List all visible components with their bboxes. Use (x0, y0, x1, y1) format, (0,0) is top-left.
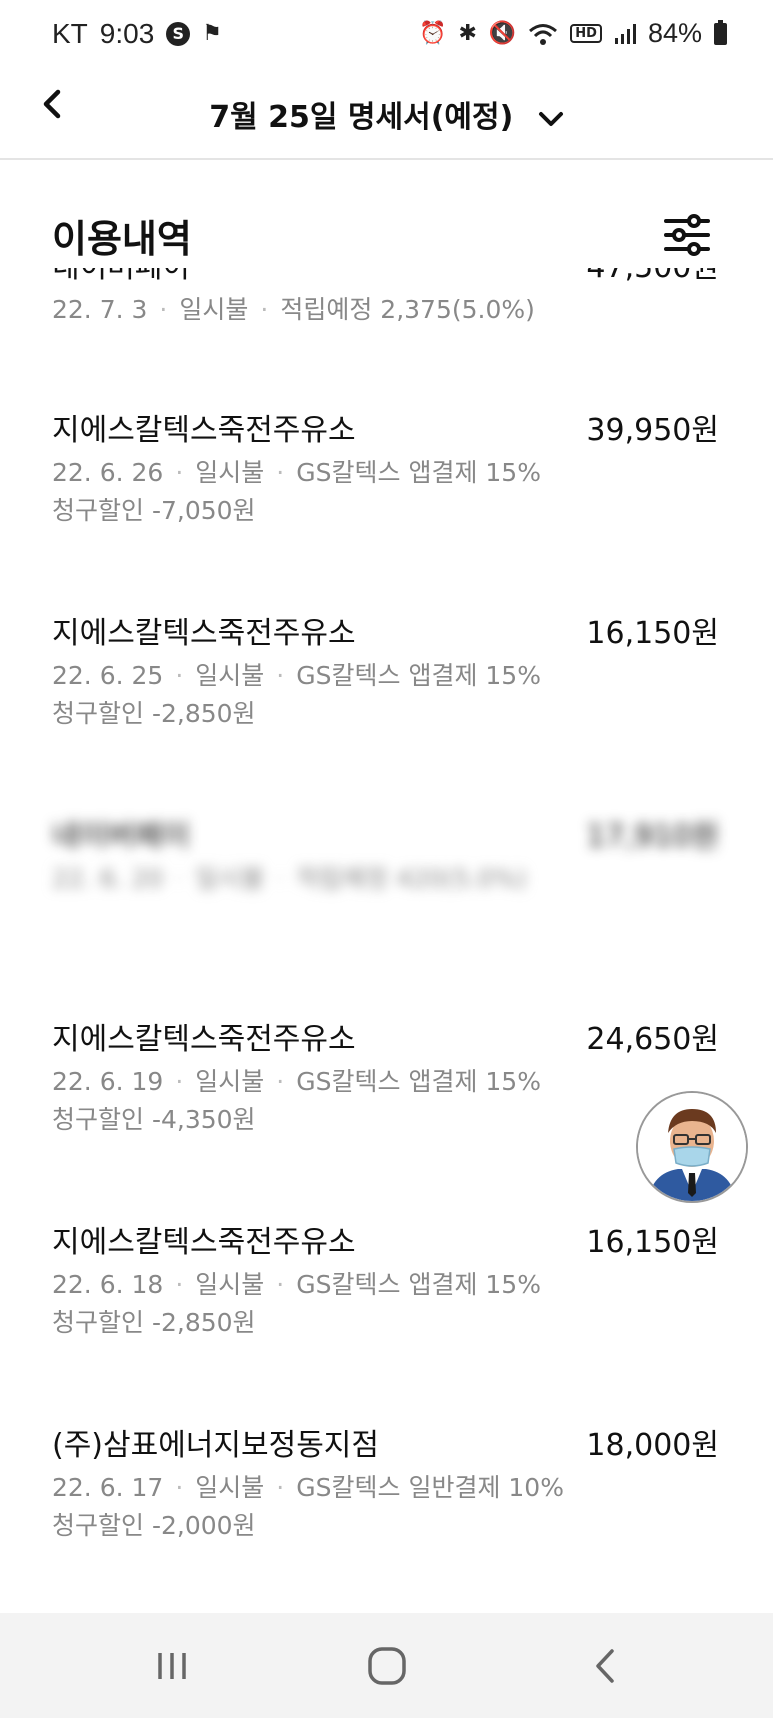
benefit-info: GS칼텍스 일반결제 10% (296, 1473, 564, 1502)
transaction-item-blurred[interactable]: 네이버페이 17,910원 22. 6. 20 · 일시불 · 적립예정 420(5.0… (0, 811, 773, 1014)
clock: 9:03 (99, 18, 155, 49)
transaction-item[interactable]: 지에스칼텍스죽전주유소 39,950원 22. 6. 26 · 일시불 · GS칼텍스 … (0, 405, 773, 608)
transaction-amount: 24,650원 (586, 1022, 719, 1057)
benefit-info: 적립예정 2,375(5.0%) (280, 295, 535, 324)
installment-type: 일시불 (195, 1473, 265, 1502)
usage-section-header: 이용내역 (0, 160, 773, 268)
transaction-amount: 16,150원 (586, 1225, 719, 1260)
transaction-date: 22. 6. 17 (52, 1473, 164, 1502)
statement-selector[interactable]: 7월 25일 명세서(예정) (0, 92, 773, 136)
merchant-name: 지에스칼텍스죽전주유소 (52, 616, 356, 651)
hd-icon: HD (570, 24, 602, 43)
system-back-button[interactable] (582, 1645, 632, 1687)
transaction-date: 22. 6. 26 (52, 458, 164, 487)
transaction-item[interactable]: 지에스칼텍스죽전주유소 16,150원 22. 6. 25 · 일시불 · GS칼텍스 … (0, 608, 773, 811)
merchant-name: (주)삼표에너지보정동지점 (52, 1428, 380, 1463)
transaction-amount: 18,000원 (586, 1428, 719, 1463)
status-left: KT 9:03 S ⚑ (52, 18, 222, 50)
transaction-list: 네이버페이 47,500원 22. 7. 3·일시불·적립예정 2,375(5.… (0, 268, 773, 1613)
transaction-date: 22. 6. 19 (52, 1067, 164, 1096)
transaction-item[interactable]: 네이버페이 47,500원 22. 7. 3·일시불·적립예정 2,375(5.… (0, 268, 773, 405)
alarm-icon: ⏰ (419, 20, 447, 46)
status-right: ⏰ ✱ 🔇 HD 84% (419, 18, 727, 49)
transaction-amount: 47,500원 (586, 268, 719, 286)
benefit-info: GS칼텍스 앱결제 15% (296, 661, 541, 690)
app-header: 7월 25일 명세서(예정) (0, 70, 773, 160)
installment-type: 일시불 (195, 661, 265, 690)
billing-discount: 청구할인 -2,850원 (52, 1308, 256, 1337)
benefit-info: 적립예정 420(5.0%) (296, 864, 527, 893)
samsung-s-icon: S (166, 22, 191, 46)
billing-discount: 청구할인 -2,000원 (52, 1511, 256, 1540)
transaction-amount: 39,950원 (586, 413, 719, 448)
transaction-date: 22. 6. 25 (52, 661, 164, 690)
section-title: 이용내역 (52, 217, 192, 261)
wifi-icon (529, 23, 558, 45)
merchant-name: 네이버페이 (52, 268, 190, 286)
benefit-info: GS칼텍스 앱결제 15% (296, 1270, 541, 1299)
transaction-date: 22. 6. 20 (52, 864, 164, 893)
billing-discount: 청구할인 -2,850원 (52, 699, 256, 728)
transaction-meta: 22. 7. 3 · 일시불 · 적립예정 2,375(5.0%) (52, 295, 535, 324)
merchant-name: 지에스칼텍스죽전주유소 (52, 1225, 356, 1260)
transaction-amount: 16,150원 (586, 616, 719, 651)
merchant-name: 네이버페이 (52, 819, 190, 854)
benefit-info: GS칼텍스 앱결제 15% (296, 458, 541, 487)
transaction-list-viewport[interactable]: 네이버페이 47,500원 22. 7. 3·일시불·적립예정 2,375(5.… (0, 268, 773, 1613)
filter-button[interactable] (662, 210, 712, 260)
transaction-meta: 22. 6. 19 · 일시불 · GS칼텍스 앱결제 15% (52, 1067, 541, 1096)
mute-icon: 🔇 (488, 20, 517, 46)
benefit-info: GS칼텍스 앱결제 15% (296, 1067, 541, 1096)
merchant-name: 지에스칼텍스죽전주유소 (52, 1022, 356, 1057)
transaction-meta: 22. 6. 17 · 일시불 · GS칼텍스 일반결제 10% (52, 1473, 564, 1502)
recent-apps-button[interactable] (148, 1645, 198, 1687)
transaction-meta: 22. 6. 18 · 일시불 · GS칼텍스 앱결제 15% (52, 1270, 541, 1299)
battery-icon (714, 19, 727, 45)
avatar-icon (638, 1093, 746, 1201)
system-nav-bar (0, 1613, 773, 1718)
system-back-icon (596, 1649, 614, 1683)
recent-apps-icon (158, 1653, 186, 1679)
transaction-item[interactable]: 지에스칼텍스죽전주유소 16,150원 22. 6. 18 · 일시불 · GS칼텍스 … (0, 1217, 773, 1420)
billing-discount: 청구할인 -4,350원 (52, 1105, 256, 1134)
carrier-label: KT (52, 18, 88, 49)
transaction-date: 22. 6. 18 (52, 1270, 164, 1299)
transaction-meta: 22. 6. 26 · 일시불 · GS칼텍스 앱결제 15% (52, 458, 541, 487)
home-button[interactable] (362, 1645, 412, 1687)
signal-icon (614, 23, 636, 44)
transaction-meta: 22. 6. 20 · 일시불 · 적립예정 420(5.0%) (52, 864, 527, 893)
merchant-name: 지에스칼텍스죽전주유소 (52, 413, 356, 448)
installment-type: 일시불 (179, 295, 249, 324)
page-title: 7월 25일 명세서(예정) (209, 100, 514, 135)
transaction-meta: 22. 6. 25 · 일시불 · GS칼텍스 앱결제 15% (52, 661, 541, 690)
installment-type: 일시불 (195, 458, 265, 487)
chatbot-avatar-button[interactable] (636, 1091, 748, 1203)
bluetooth-icon: ✱ (458, 20, 477, 46)
status-bar: KT 9:03 S ⚑ ⏰ ✱ 🔇 HD 84% (0, 0, 773, 70)
filter-sliders-icon (664, 214, 710, 256)
transaction-item[interactable]: (주)삼표에너지보정동지점 18,000원 22. 6. 17 · 일시불 · GS칼텍… (0, 1420, 773, 1613)
transaction-date: 22. 7. 3 (52, 295, 148, 324)
transaction-amount: 17,910원 (586, 819, 719, 854)
billing-discount: 청구할인 -7,050원 (52, 496, 256, 525)
notification-icon: ⚑ (202, 21, 223, 46)
chevron-down-icon (538, 111, 563, 126)
installment-type: 일시불 (195, 864, 265, 893)
home-icon (368, 1647, 406, 1685)
installment-type: 일시불 (195, 1270, 265, 1299)
battery-percent: 84% (647, 18, 702, 48)
installment-type: 일시불 (195, 1067, 265, 1096)
